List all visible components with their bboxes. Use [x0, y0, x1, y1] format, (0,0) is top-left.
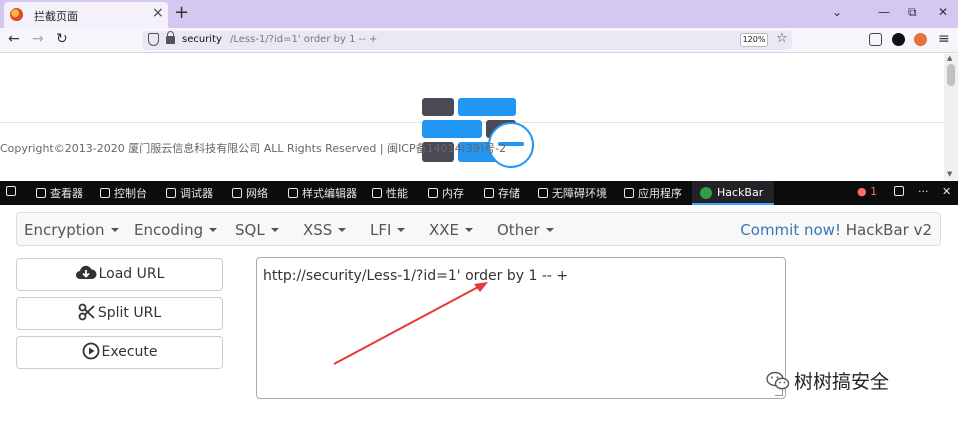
watermark-text: 树树搞安全: [794, 371, 890, 393]
annotation-arrow: [333, 282, 488, 365]
wechat-icon: [766, 371, 790, 390]
